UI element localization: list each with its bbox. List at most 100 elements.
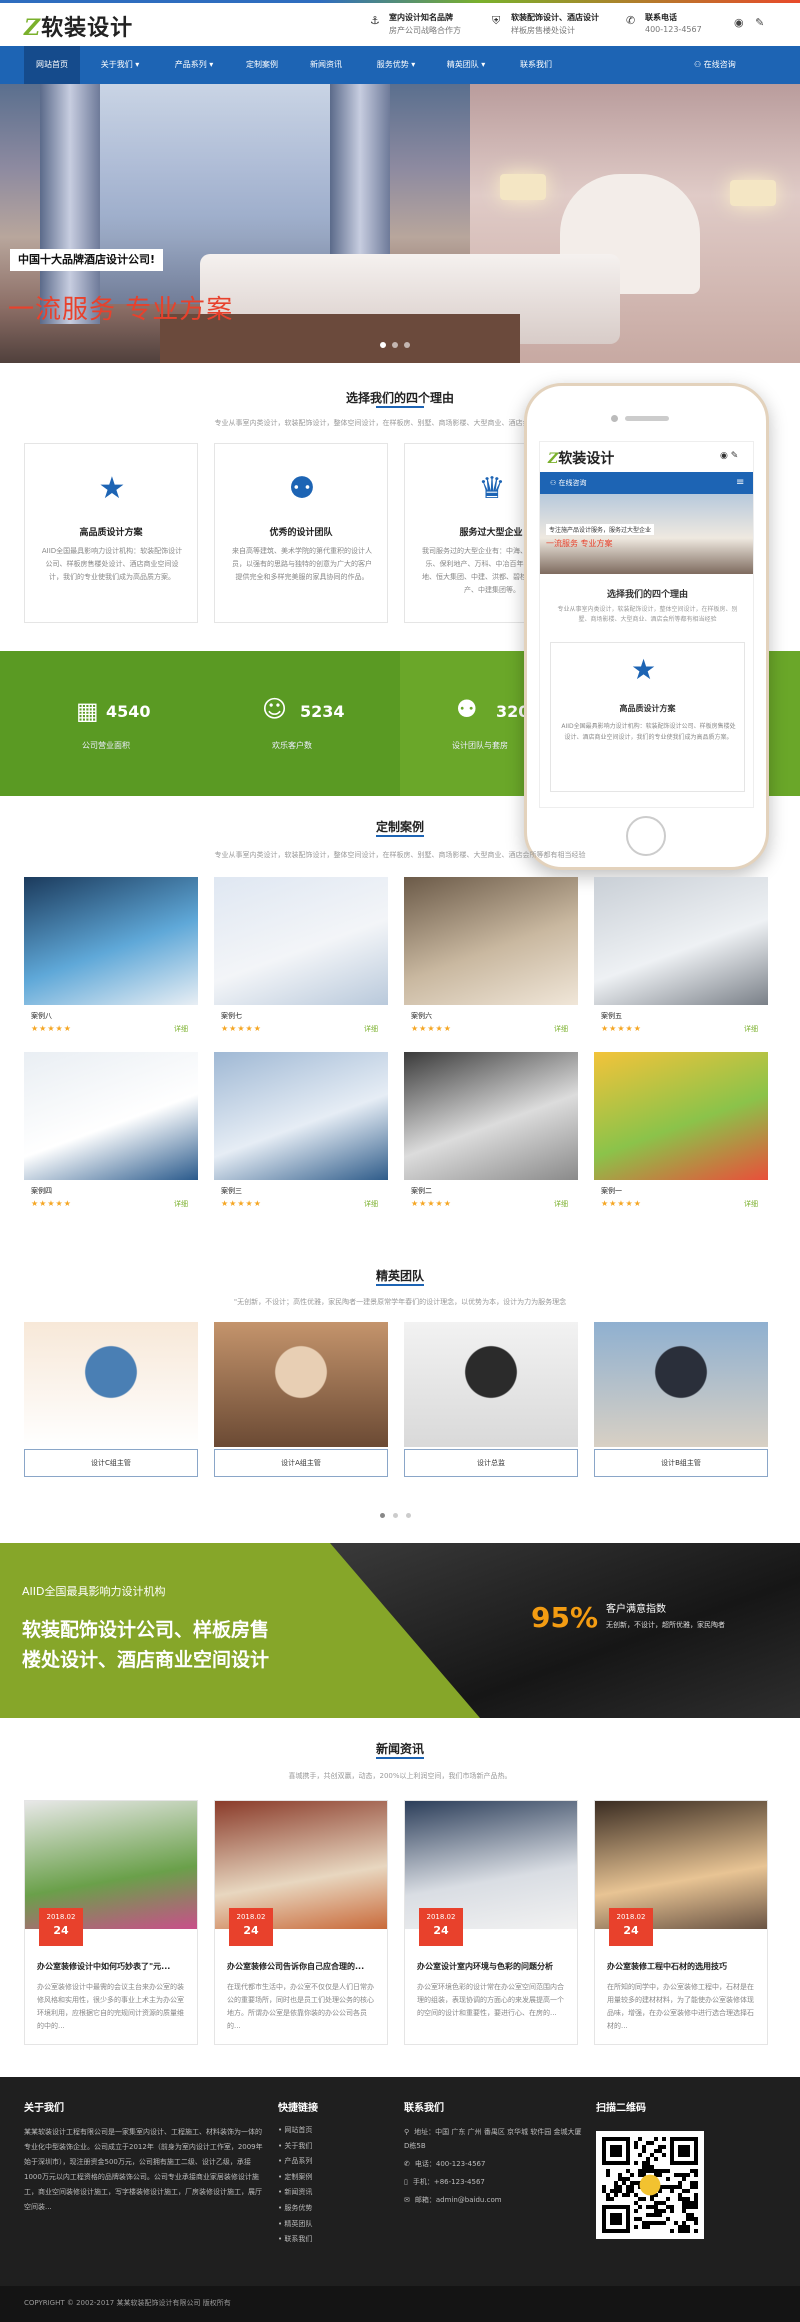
nav-cases[interactable]: 定制案例 bbox=[234, 46, 290, 84]
case-card[interactable]: 案例二 ★★★★★ 详细 bbox=[404, 1052, 578, 1212]
footer-link[interactable]: • 联系我们 bbox=[278, 2234, 368, 2250]
case-name[interactable]: 案例三 bbox=[221, 1186, 242, 1196]
footer-link[interactable]: • 关于我们 bbox=[278, 2141, 368, 2157]
case-name[interactable]: 案例五 bbox=[601, 1011, 622, 1021]
promo-subtitle: AIID全国最具影响力设计机构 bbox=[22, 1585, 166, 1598]
team-card[interactable]: 设计A组主管 bbox=[214, 1322, 388, 1482]
case-image[interactable] bbox=[214, 877, 388, 1005]
team-member-button[interactable]: 设计总监 bbox=[404, 1449, 578, 1477]
site-logo[interactable]: Z软装设计 bbox=[24, 10, 133, 42]
footer-link[interactable]: • 新闻资讯 bbox=[278, 2187, 368, 2203]
case-more-link[interactable]: 详细 bbox=[174, 1024, 188, 1034]
case-more-link[interactable]: 详细 bbox=[744, 1199, 758, 1209]
team-card[interactable]: 设计总监 bbox=[404, 1322, 578, 1482]
nav-products[interactable]: 产品系列 ▾ bbox=[164, 46, 224, 84]
case-more-link[interactable]: 详细 bbox=[554, 1024, 568, 1034]
case-more-link[interactable]: 详细 bbox=[174, 1199, 188, 1209]
footer-link-label[interactable]: 产品系列 bbox=[284, 2157, 312, 2165]
copyright-bar: COPYRIGHT © 2002-2017 某某软装配饰设计有限公司 版权所有 bbox=[0, 2286, 800, 2322]
news-card[interactable]: 2018.02 24 办公室设计室内环境与色彩的问题分析 办公室环境色彩的设计常在办公… bbox=[404, 1800, 578, 2045]
footer-link-label[interactable]: 精英团队 bbox=[284, 2220, 312, 2228]
team-member-button[interactable]: 设计A组主管 bbox=[214, 1449, 388, 1477]
case-image[interactable] bbox=[594, 877, 768, 1005]
case-image[interactable] bbox=[24, 1052, 198, 1180]
footer-link[interactable]: • 精英团队 bbox=[278, 2219, 368, 2235]
footer-link-label[interactable]: 网站首页 bbox=[284, 2126, 312, 2134]
team-dot[interactable] bbox=[406, 1513, 411, 1518]
case-image[interactable] bbox=[214, 1052, 388, 1180]
nav-team[interactable]: 精英团队 ▾ bbox=[436, 46, 496, 84]
case-more-link[interactable]: 详细 bbox=[554, 1199, 568, 1209]
case-image[interactable] bbox=[24, 877, 198, 1005]
news-card[interactable]: 2018.02 24 办公室装修工程中石材的选用技巧 在所知的同学中，办公室装修工程中… bbox=[594, 1800, 768, 2045]
news-card[interactable]: 2018.02 24 办公室装修设计中如何巧妙表了"元... 办公室装修设计中最需的会… bbox=[24, 1800, 198, 2045]
case-name[interactable]: 案例四 bbox=[31, 1186, 52, 1196]
news-title[interactable]: 办公室装修工程中石材的选用技巧 bbox=[607, 1961, 757, 1972]
case-card[interactable]: 案例七 ★★★★★ 详细 bbox=[214, 877, 388, 1037]
nav-home[interactable]: 网站首页 bbox=[24, 46, 80, 84]
team-card[interactable]: 设计C组主管 bbox=[24, 1322, 198, 1482]
banner-dot[interactable] bbox=[380, 342, 386, 348]
footer-link-label[interactable]: 服务优势 bbox=[284, 2204, 312, 2212]
banner-slogan: 一流服务 专业方案 bbox=[8, 295, 234, 325]
qr-code-image bbox=[602, 2137, 698, 2233]
case-card[interactable]: 案例三 ★★★★★ 详细 bbox=[214, 1052, 388, 1212]
case-card[interactable]: 案例八 ★★★★★ 详细 bbox=[24, 877, 198, 1037]
mobile-section-subtitle: 专业从事室内类设计，软装配饰设计，整体空间设计，在样板房、别墅、商场影楼、大型商… bbox=[557, 606, 738, 623]
team-member-button[interactable]: 设计B组主管 bbox=[594, 1449, 768, 1477]
wechat-icon[interactable]: ✎ bbox=[755, 16, 764, 29]
team-card[interactable]: 设计B组主管 bbox=[594, 1322, 768, 1482]
mobile-logo[interactable]: Z软装设计 bbox=[548, 448, 614, 468]
team-dot[interactable] bbox=[380, 1513, 385, 1518]
footer-link[interactable]: • 定制案例 bbox=[278, 2172, 368, 2188]
case-card[interactable]: 案例六 ★★★★★ 详细 bbox=[404, 877, 578, 1037]
case-more-link[interactable]: 详细 bbox=[364, 1199, 378, 1209]
footer-link-label[interactable]: 定制案例 bbox=[284, 2173, 312, 2181]
banner-dot[interactable] bbox=[392, 342, 398, 348]
title-underline bbox=[376, 1757, 424, 1759]
case-image[interactable] bbox=[404, 877, 578, 1005]
weibo-icon[interactable]: ◉ bbox=[734, 16, 744, 29]
footer-link-label[interactable]: 新闻资讯 bbox=[284, 2188, 312, 2196]
case-image[interactable] bbox=[404, 1052, 578, 1180]
team-dot[interactable] bbox=[393, 1513, 398, 1518]
footer-links: • 网站首页 • 关于我们 • 产品系列 • 定制案例 • 新闻资讯 • 服务优势 • 精英… bbox=[278, 2125, 368, 2250]
news-title[interactable]: 办公室装修公司告诉你自己应合理的... bbox=[227, 1961, 377, 1972]
case-image[interactable] bbox=[594, 1052, 768, 1180]
news-card[interactable]: 2018.02 24 办公室装修公司告诉你自己应合理的... 在现代都市生活中，办公室… bbox=[214, 1800, 388, 2045]
footer-link[interactable]: • 产品系列 bbox=[278, 2156, 368, 2172]
team-member-button[interactable]: 设计C组主管 bbox=[24, 1449, 198, 1477]
case-name[interactable]: 案例七 bbox=[221, 1011, 242, 1021]
menu-icon[interactable]: ≡ bbox=[736, 472, 744, 494]
online-consult-link[interactable]: ⚇ 在线咨询 bbox=[694, 56, 736, 74]
news-title[interactable]: 办公室装修设计中如何巧妙表了"元... bbox=[37, 1961, 187, 1972]
case-more-link[interactable]: 详细 bbox=[364, 1024, 378, 1034]
case-name[interactable]: 案例一 bbox=[601, 1186, 622, 1196]
case-card[interactable]: 案例四 ★★★★★ 详细 bbox=[24, 1052, 198, 1212]
weibo-icon[interactable]: ◉ bbox=[720, 451, 728, 461]
news-title[interactable]: 办公室设计室内环境与色彩的问题分析 bbox=[417, 1961, 567, 1972]
wechat-icon[interactable]: ✎ bbox=[731, 451, 739, 461]
nav-contact[interactable]: 联系我们 bbox=[508, 46, 564, 84]
case-name[interactable]: 案例六 bbox=[411, 1011, 432, 1021]
case-name[interactable]: 案例八 bbox=[31, 1011, 52, 1021]
news-date-badge: 2018.02 24 bbox=[609, 1908, 653, 1946]
footer-link[interactable]: • 服务优势 bbox=[278, 2203, 368, 2219]
nav-about[interactable]: 关于我们 ▾ bbox=[92, 46, 148, 84]
news-date-day: 24 bbox=[623, 1924, 639, 1937]
footer-link[interactable]: • 网站首页 bbox=[278, 2125, 368, 2141]
footer-link-label[interactable]: 联系我们 bbox=[284, 2235, 312, 2243]
banner-dot[interactable] bbox=[404, 342, 410, 348]
reason-card: ⚉ 优秀的设计团队 来自高等建筑、美术学院的第代重积的设计人员，以强有的思路与独… bbox=[214, 443, 388, 623]
case-card[interactable]: 案例一 ★★★★★ 详细 bbox=[594, 1052, 768, 1212]
footer-link-label[interactable]: 关于我们 bbox=[284, 2142, 312, 2150]
case-rating: ★★★★★ bbox=[411, 1199, 452, 1208]
team-photo bbox=[594, 1322, 768, 1447]
mobile-online-link[interactable]: ⚇ 在线咨询 bbox=[550, 472, 587, 494]
case-card[interactable]: 案例五 ★★★★★ 详细 bbox=[594, 877, 768, 1037]
case-more-link[interactable]: 详细 bbox=[744, 1024, 758, 1034]
cases-title: 定制案例 bbox=[375, 820, 424, 834]
case-name[interactable]: 案例二 bbox=[411, 1186, 432, 1196]
nav-news[interactable]: 新闻资讯 bbox=[298, 46, 354, 84]
nav-services[interactable]: 服务优势 ▾ bbox=[366, 46, 426, 84]
